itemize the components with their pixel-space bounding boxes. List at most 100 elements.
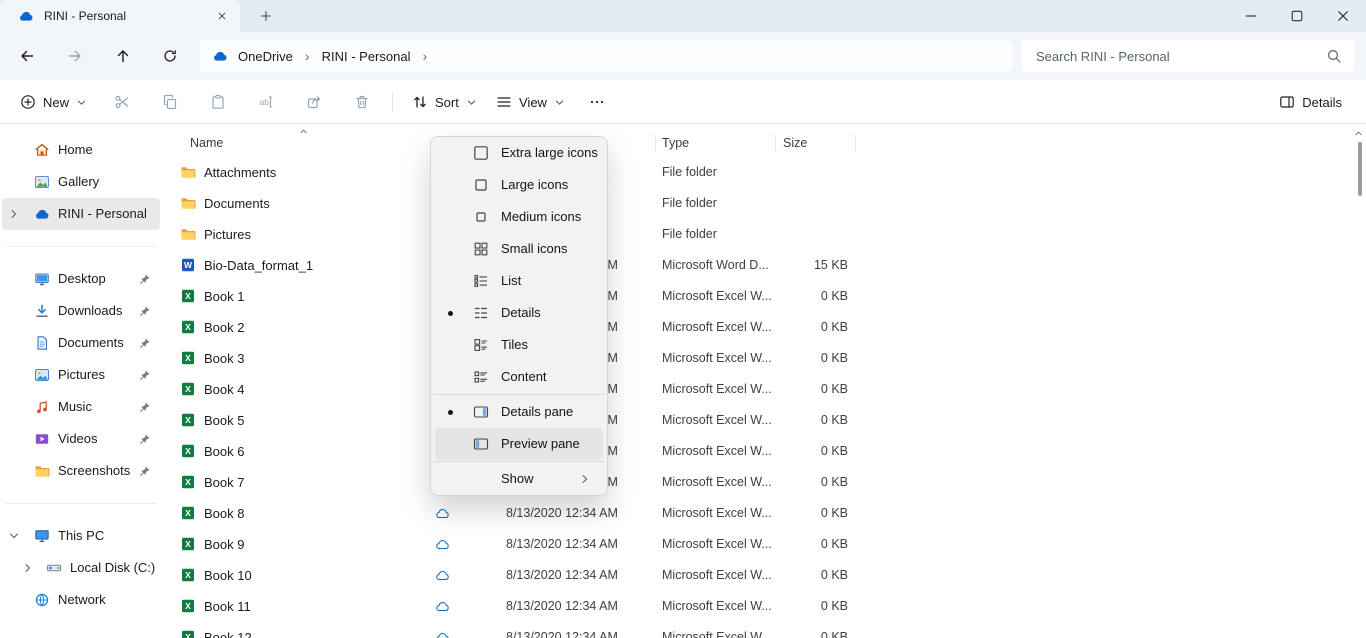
maximize-button[interactable] [1274,0,1320,32]
menu-item-details[interactable]: Details [435,297,603,329]
menu-item-extra-large-icons[interactable]: Extra large icons [435,137,603,169]
file-row-book-8[interactable]: XBook 88/13/2020 12:34 AMMicrosoft Excel… [162,498,1366,529]
file-name: Book 8 [204,498,244,529]
breadcrumb-item-rini-personal[interactable]: RINI - Personal [316,46,417,67]
sidebar-item-rini-personal[interactable]: RINI - Personal [2,198,160,230]
sidebar-item-home[interactable]: Home [2,134,160,166]
column-separator[interactable] [655,134,656,152]
column-header-type[interactable]: Type [662,130,689,156]
close-button[interactable] [1320,0,1366,32]
column-separator[interactable] [855,134,856,152]
command-toolbar: New ab Sort View Details [0,80,1366,124]
file-name: Book 10 [204,560,252,591]
rename-button[interactable]: ab [247,85,285,119]
file-row-attachments[interactable]: AttachmentsFile folder [162,157,1366,188]
menu-item-content[interactable]: Content [435,361,603,393]
sidebar-divider [6,503,156,504]
sidebar-item-videos[interactable]: Videos [2,423,160,455]
menu-item-preview-pane[interactable]: Preview pane [435,428,603,460]
file-row-book-7[interactable]: XBook 78/13/2020 12:34 AMMicrosoft Excel… [162,467,1366,498]
menu-separator [433,394,605,395]
file-row-bio-data-format-1[interactable]: WBio-Data_format_18/13/2020 12:34 AMMicr… [162,250,1366,281]
chevron-right-icon[interactable] [8,208,20,220]
sidebar-item-pictures[interactable]: Pictures [2,359,160,391]
file-row-book-11[interactable]: XBook 118/13/2020 12:34 AMMicrosoft Exce… [162,591,1366,622]
back-button[interactable] [12,41,42,71]
menu-item-show[interactable]: Show [435,463,603,495]
file-row-documents[interactable]: DocumentsFile folder [162,188,1366,219]
chevron-down-icon[interactable] [8,530,20,542]
sidebar-item-local-disk-c[interactable]: Local Disk (C:) [2,552,160,584]
search-box[interactable] [1022,40,1354,72]
menu-item-list[interactable]: List [435,265,603,297]
file-row-book-3[interactable]: XBook 38/13/2020 12:34 AMMicrosoft Excel… [162,343,1366,374]
close-icon [1335,8,1351,24]
refresh-icon [162,48,178,64]
menu-item-large-icons[interactable]: Large icons [435,169,603,201]
scrollbar-up-icon[interactable] [1353,128,1365,140]
sidebar-item-screenshots[interactable]: Screenshots [2,455,160,487]
share-button[interactable] [295,85,333,119]
file-row-pictures[interactable]: PicturesFile folder [162,219,1366,250]
tab-close-icon[interactable] [210,4,234,28]
file-type: Microsoft Excel W... [662,281,772,312]
file-row-book-5[interactable]: XBook 58/13/2020 12:34 AMMicrosoft Excel… [162,405,1366,436]
sidebar-item-music[interactable]: Music [2,391,160,423]
file-size: 0 KB [760,281,848,312]
file-row-book-6[interactable]: XBook 68/13/2020 12:34 AMMicrosoft Excel… [162,436,1366,467]
file-type: File folder [662,157,717,188]
file-row-book-2[interactable]: XBook 28/13/2020 12:34 AMMicrosoft Excel… [162,312,1366,343]
delete-button[interactable] [343,85,381,119]
sidebar-item-documents[interactable]: Documents [2,327,160,359]
menu-item-medium-icons[interactable]: Medium icons [435,201,603,233]
view-icon [496,94,512,110]
new-button[interactable]: New [10,85,97,119]
file-row-book-1[interactable]: XBook 18/13/2020 12:34 AMMicrosoft Excel… [162,281,1366,312]
search-input[interactable] [1022,49,1326,64]
refresh-button[interactable] [155,41,185,71]
column-separator[interactable] [775,134,776,152]
downloads-icon [34,303,50,319]
menu-item-label: Content [501,361,547,393]
breadcrumb-item-onedrive[interactable]: OneDrive [232,46,299,67]
sm-view-icon [473,241,489,257]
sort-button[interactable]: Sort [402,85,487,119]
pin-icon [138,273,151,286]
more-options-button[interactable] [578,85,616,119]
forward-button[interactable] [60,41,90,71]
sidebar-item-downloads[interactable]: Downloads [2,295,160,327]
view-button[interactable]: View [486,85,575,119]
paste-button[interactable] [199,85,237,119]
menu-separator [433,461,605,462]
file-row-book-10[interactable]: XBook 108/13/2020 12:34 AMMicrosoft Exce… [162,560,1366,591]
disk-icon [46,560,62,576]
pin-icon [138,401,151,414]
menu-item-small-icons[interactable]: Small icons [435,233,603,265]
file-row-book-4[interactable]: XBook 48/13/2020 12:34 AMMicrosoft Excel… [162,374,1366,405]
cut-button[interactable] [103,85,141,119]
radio-bullet-icon [448,410,453,415]
file-row-book-9[interactable]: XBook 98/13/2020 12:34 AMMicrosoft Excel… [162,529,1366,560]
details-pane-toggle-button[interactable]: Details [1269,85,1352,119]
new-tab-button[interactable] [254,4,278,28]
file-type: Microsoft Excel W... [662,591,772,622]
sidebar-item-desktop[interactable]: Desktop [2,263,160,295]
sidebar-item-this-pc[interactable]: This PC [2,520,160,552]
column-header-name[interactable]: Name [190,130,223,156]
file-row-book-12[interactable]: XBook 128/13/2020 12:34 AMMicrosoft Exce… [162,622,1366,638]
up-button[interactable] [108,41,138,71]
tab-rini-personal[interactable]: RINI - Personal [0,0,240,32]
view-button-label: View [519,95,547,110]
menu-item-details-pane[interactable]: Details pane [435,396,603,428]
excel-file-icon: X [180,350,196,366]
column-header-size[interactable]: Size [783,130,807,156]
minimize-button[interactable] [1228,0,1274,32]
menu-item-tiles[interactable]: Tiles [435,329,603,361]
menu-item-label: Extra large icons [501,137,598,169]
vertical-scrollbar-thumb[interactable] [1358,142,1362,196]
sidebar-item-network[interactable]: Network [2,584,160,616]
chevron-right-icon[interactable] [22,562,34,574]
address-bar[interactable]: OneDrive›RINI - Personal› [200,40,1012,72]
sidebar-item-gallery[interactable]: Gallery [2,166,160,198]
copy-button[interactable] [151,85,189,119]
